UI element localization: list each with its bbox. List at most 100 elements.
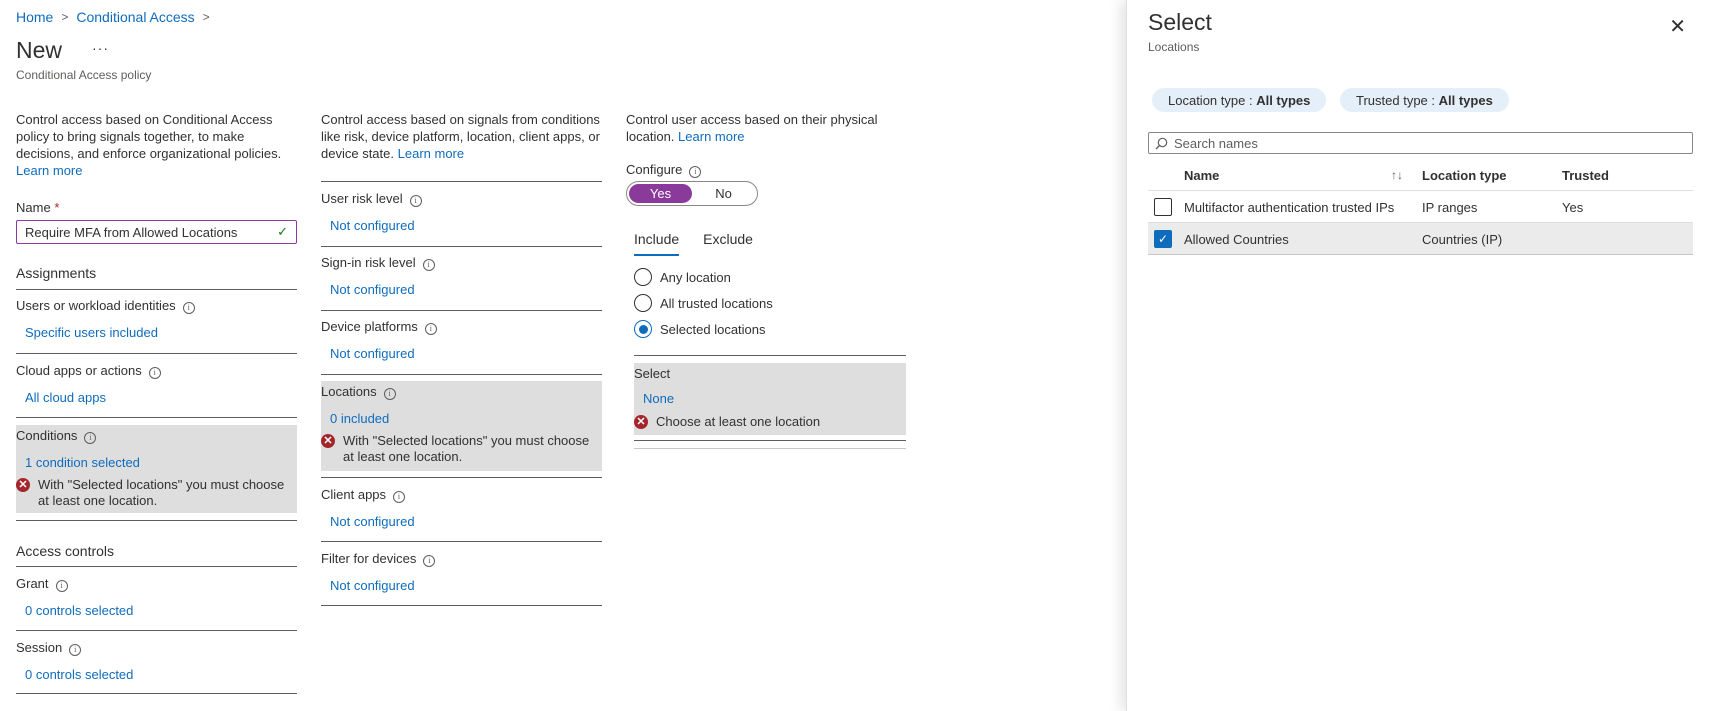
tab-include[interactable]: Include (634, 231, 680, 256)
include-exclude-tabs: Include Exclude (634, 231, 753, 256)
divider (16, 417, 297, 418)
info-icon[interactable]: i (409, 195, 422, 207)
select-label: Select (634, 366, 671, 381)
info-icon[interactable]: i (393, 491, 406, 503)
radio-button[interactable] (634, 294, 652, 312)
divider (321, 477, 602, 478)
device-platforms-value-link[interactable]: Not configured (321, 346, 602, 361)
policy-name-input[interactable]: Require MFA from Allowed Locations ✓ (16, 220, 297, 244)
select-value-link[interactable]: None (634, 391, 906, 406)
trusted-type-filter-value: All types (1438, 92, 1493, 108)
error-icon: ✕ (16, 478, 30, 492)
radio-all-trusted-locations[interactable]: All trusted locations (634, 290, 773, 316)
grant-label: Grant (16, 576, 49, 591)
signin-risk-item: Sign-in risk level i Not configured (321, 253, 602, 305)
radio-button[interactable] (634, 268, 652, 286)
learn-more-link[interactable]: Learn more (16, 163, 82, 178)
table-row[interactable]: Multifactor authentication trusted IPs I… (1148, 191, 1693, 223)
tab-exclude[interactable]: Exclude (703, 231, 753, 256)
breadcrumb-home-link[interactable]: Home (16, 9, 53, 25)
radio-any-location[interactable]: Any location (634, 264, 773, 290)
conditions-error: ✕ With "Selected locations" you must cho… (16, 477, 297, 509)
info-icon[interactable]: i (383, 388, 396, 400)
info-icon[interactable]: i (424, 323, 437, 335)
column-header-location-type[interactable]: Location type (1422, 159, 1507, 191)
select-error: ✕ Choose at least one location (634, 414, 906, 430)
more-options-icon[interactable]: ··· (92, 40, 109, 56)
learn-more-link[interactable]: Learn more (398, 146, 464, 161)
row-checkbox-checked[interactable]: ✓ (1154, 230, 1172, 248)
user-risk-value-link[interactable]: Not configured (321, 218, 602, 233)
row-location-type: IP ranges (1422, 199, 1478, 215)
column-header-name[interactable]: Name (1184, 159, 1219, 191)
signin-risk-label: Sign-in risk level (321, 255, 416, 270)
session-label: Session (16, 640, 63, 655)
column-header-trusted[interactable]: Trusted (1562, 159, 1609, 191)
learn-more-link[interactable]: Learn more (678, 129, 744, 144)
divider (16, 520, 297, 521)
client-apps-value-link[interactable]: Not configured (321, 514, 602, 529)
client-apps-item: Client apps i Not configured (321, 485, 602, 537)
divider (16, 353, 297, 354)
locations-label: Locations (321, 384, 377, 399)
conditions-label: Conditions (16, 428, 78, 443)
cloud-apps-item: Cloud apps or actions i All cloud apps (16, 361, 297, 413)
info-icon[interactable]: i (423, 555, 436, 567)
filter-devices-label: Filter for devices (321, 551, 417, 566)
filter-devices-value-link[interactable]: Not configured (321, 578, 602, 593)
radio-trusted-label: All trusted locations (660, 295, 773, 311)
conditions-value-link[interactable]: 1 condition selected (16, 455, 297, 470)
radio-any-label: Any location (660, 269, 731, 285)
locations-item: Locations i 0 included ✕ With "Selected l… (321, 381, 602, 471)
radio-button-checked[interactable] (634, 320, 652, 338)
sort-icon[interactable]: ↑↓ (1391, 159, 1403, 191)
row-location-type: Countries (IP) (1422, 231, 1503, 247)
user-risk-label: User risk level (321, 191, 403, 206)
divider (321, 246, 602, 247)
toggle-no-option[interactable]: No (692, 184, 755, 203)
client-apps-label: Client apps (321, 487, 387, 502)
radio-selected-locations[interactable]: Selected locations (634, 316, 773, 342)
divider (321, 541, 602, 542)
info-icon[interactable]: i (422, 259, 435, 271)
search-names-input[interactable]: Search names (1148, 132, 1693, 154)
error-icon: ✕ (634, 415, 648, 429)
required-marker: * (54, 200, 60, 215)
location-type-filter-label: Location type : (1168, 92, 1253, 108)
session-item: Session i 0 controls selected (16, 638, 297, 690)
session-value-link[interactable]: 0 controls selected (16, 667, 297, 682)
location-radio-group: Any location All trusted locations Selec… (634, 264, 773, 342)
location-type-filter[interactable]: Location type : All types (1152, 88, 1327, 112)
signin-risk-value-link[interactable]: Not configured (321, 282, 602, 297)
info-icon[interactable]: i (182, 302, 195, 314)
chevron-right-icon: > (202, 10, 210, 24)
configure-toggle[interactable]: Yes No (626, 181, 758, 206)
cloud-apps-value-link[interactable]: All cloud apps (16, 390, 297, 405)
trusted-type-filter[interactable]: Trusted type : All types (1340, 88, 1509, 112)
info-icon[interactable]: i (689, 166, 702, 178)
info-icon[interactable]: i (148, 367, 161, 379)
table-row-selected[interactable]: ✓ Allowed Countries Countries (IP) (1148, 223, 1693, 255)
checkmark-icon: ✓ (277, 224, 288, 239)
info-icon[interactable]: i (55, 580, 68, 592)
users-value-link[interactable]: Specific users included (16, 325, 297, 340)
breadcrumb-conditional-access-link[interactable]: Conditional Access (76, 9, 194, 25)
row-checkbox[interactable] (1154, 198, 1172, 216)
search-icon (1155, 137, 1168, 149)
close-icon[interactable]: ✕ (1669, 14, 1686, 39)
divider (634, 355, 906, 356)
toggle-yes-option[interactable]: Yes (629, 184, 692, 203)
info-icon[interactable]: i (84, 432, 97, 444)
search-placeholder: Search names (1174, 135, 1258, 151)
configure-label: Configure i (626, 162, 702, 178)
device-platforms-label: Device platforms (321, 319, 418, 334)
info-icon[interactable]: i (69, 644, 82, 656)
divider (16, 693, 297, 694)
row-name: Allowed Countries (1184, 231, 1289, 247)
page-title-row: New ··· (16, 37, 109, 64)
locations-value-link[interactable]: 0 included (321, 411, 602, 426)
name-label-text: Name (16, 200, 51, 215)
grant-value-link[interactable]: 0 controls selected (16, 603, 297, 618)
select-locations-item: Select None ✕ Choose at least one locati… (634, 363, 906, 435)
radio-selected-label: Selected locations (660, 321, 766, 337)
